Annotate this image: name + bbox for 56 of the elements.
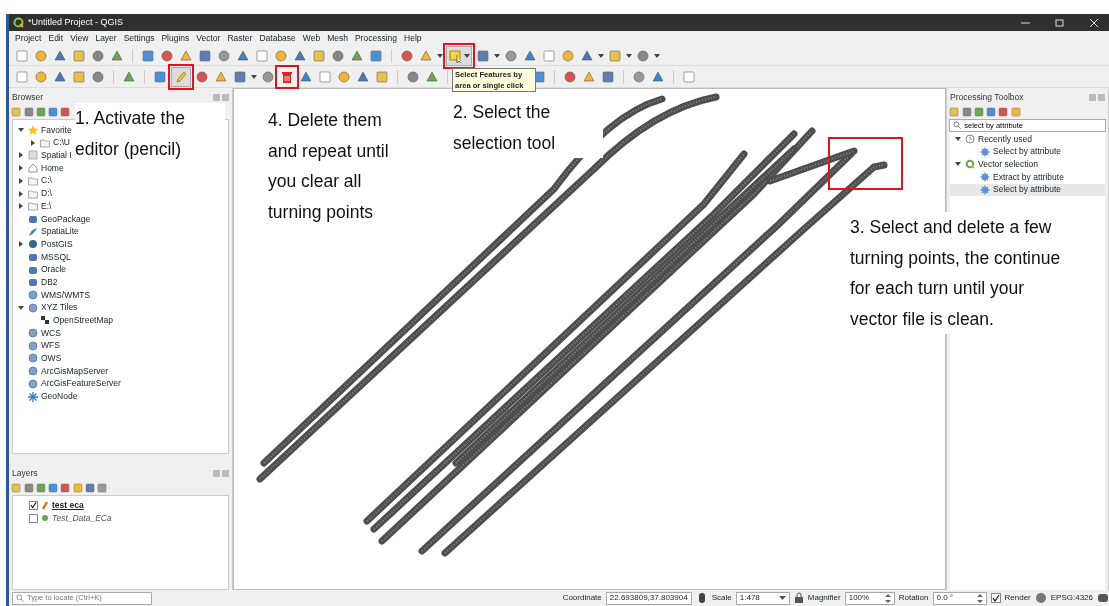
layer-name[interactable]: Test_Data_ECa	[52, 511, 112, 525]
tree-item[interactable]: Extract by attribute	[950, 170, 1105, 184]
crs-button[interactable]: EPSG:4326	[1050, 592, 1093, 604]
panel-title: Layers	[12, 466, 38, 480]
menu-item[interactable]: Vector	[196, 32, 221, 45]
menu-item[interactable]: View	[70, 32, 89, 45]
tree-item[interactable]: MSSQL	[41, 250, 71, 264]
tree-item[interactable]: Spatial I	[41, 149, 72, 162]
menu-item[interactable]: Processing	[354, 32, 397, 45]
tree-item[interactable]: OWS	[41, 352, 62, 365]
tree-item[interactable]: SpatiaLite	[41, 225, 79, 238]
menu-item[interactable]: Settings	[123, 32, 155, 45]
tree-item[interactable]: Home	[41, 161, 64, 175]
tree-item[interactable]: C:\U	[53, 136, 70, 150]
menu-item[interactable]: Help	[404, 32, 422, 45]
menu-item[interactable]: Mesh	[327, 32, 348, 45]
input-field[interactable]: 0.0 °	[932, 591, 987, 605]
tree-item[interactable]: Vector selection	[978, 158, 1038, 171]
tree-item[interactable]: D:\	[41, 187, 52, 200]
input-field[interactable]: 22.693809,37.803904	[605, 591, 692, 605]
tree-item[interactable]: Select by attribute	[950, 183, 1105, 197]
tree-item[interactable]: WCS	[41, 326, 61, 340]
menu-item[interactable]: Layer	[95, 32, 117, 45]
tree-item[interactable]: WFS	[41, 339, 60, 353]
layer-name[interactable]: test eca	[52, 498, 84, 512]
input-field[interactable]: 100%	[844, 591, 895, 605]
tree-item[interactable]: E:\	[41, 199, 52, 213]
tree-item[interactable]: ArcGisFeatureServer	[41, 377, 121, 391]
tree-item[interactable]: OpenStreetMap	[53, 314, 113, 327]
status-label: Magnifier	[807, 592, 841, 604]
tree-item[interactable]: Recently used	[978, 132, 1032, 146]
status-label: Coordinate	[562, 592, 602, 604]
tree-item[interactable]: GeoPackage	[41, 212, 91, 226]
panel-title: Browser	[12, 91, 44, 104]
status-label: Scale	[711, 592, 732, 604]
tree-item[interactable]: Favorite	[41, 123, 72, 137]
tree-item[interactable]: C:\	[41, 174, 52, 188]
menu-item[interactable]: Project	[15, 32, 42, 45]
menu-item[interactable]: Plugins	[161, 32, 190, 45]
tree-item[interactable]: WMS/WMTS	[41, 288, 91, 302]
menu-item[interactable]: Database	[259, 32, 296, 45]
tree-item[interactable]: DB2	[41, 275, 58, 289]
tree-item[interactable]: Oracle	[41, 263, 67, 277]
panel-title: Processing Toolbox	[950, 91, 1024, 104]
tree-item[interactable]: PostGIS	[41, 237, 73, 251]
menu-item[interactable]: Edit	[48, 32, 64, 45]
tree-item[interactable]: XYZ Tiles	[41, 301, 78, 315]
menu-item[interactable]: Raster	[227, 32, 253, 45]
tree-item[interactable]: Select by attribute	[950, 145, 1105, 159]
menu-item[interactable]: Web	[302, 32, 321, 45]
tree-item[interactable]: GeoNode	[41, 390, 78, 403]
status-label: Render	[1004, 592, 1031, 604]
input-field[interactable]: 1:478	[735, 591, 790, 605]
status-label: Rotation	[898, 592, 929, 604]
window-title: *Untitled Project - QGIS	[28, 15, 124, 29]
tree-item[interactable]: ArcGisMapServer	[41, 364, 109, 378]
